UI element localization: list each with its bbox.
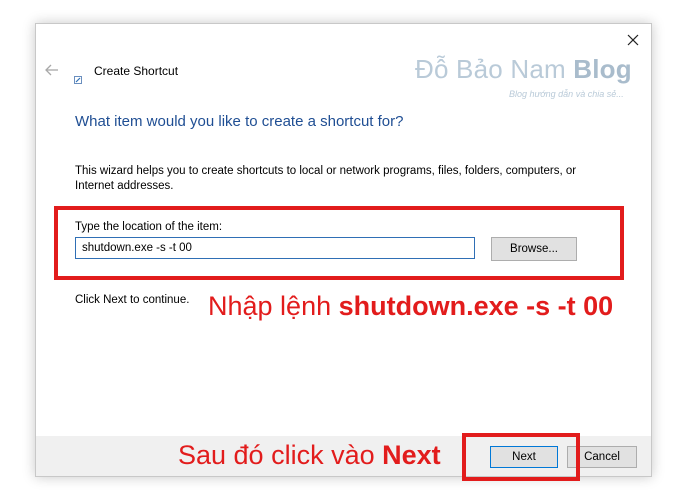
watermark-brand: Đỗ Bảo Nam Blog	[415, 54, 632, 85]
annotation-highlight-location	[54, 206, 624, 280]
annotation-command-prefix: Nhập lệnh	[208, 291, 339, 321]
annotation-next-bold: Next	[382, 440, 441, 470]
annotation-next-prefix: Sau đó click vào	[178, 440, 383, 470]
wizard-heading: What item would you like to create a sho…	[75, 113, 404, 130]
watermark-tagline: Blog hướng dẫn và chia sẻ...	[509, 89, 624, 99]
window-title: Create Shortcut	[94, 64, 179, 78]
close-icon	[627, 34, 639, 46]
annotation-command-text: Nhập lệnh shutdown.exe -s -t 00	[208, 291, 613, 322]
watermark-brand-light: Đỗ Bảo Nam	[415, 54, 574, 84]
annotation-next-text: Sau đó click vào Next	[178, 440, 441, 471]
continue-instruction: Click Next to continue.	[75, 294, 190, 306]
back-arrow-icon	[45, 64, 58, 76]
annotation-highlight-next	[462, 433, 580, 481]
wizard-description: This wizard helps you to create shortcut…	[75, 165, 577, 192]
close-button[interactable]	[622, 29, 644, 51]
watermark-brand-bold: Blog	[573, 54, 632, 84]
shortcut-app-icon	[74, 71, 82, 84]
annotation-command-bold: shutdown.exe -s -t 00	[338, 291, 614, 321]
back-button[interactable]	[45, 63, 59, 77]
